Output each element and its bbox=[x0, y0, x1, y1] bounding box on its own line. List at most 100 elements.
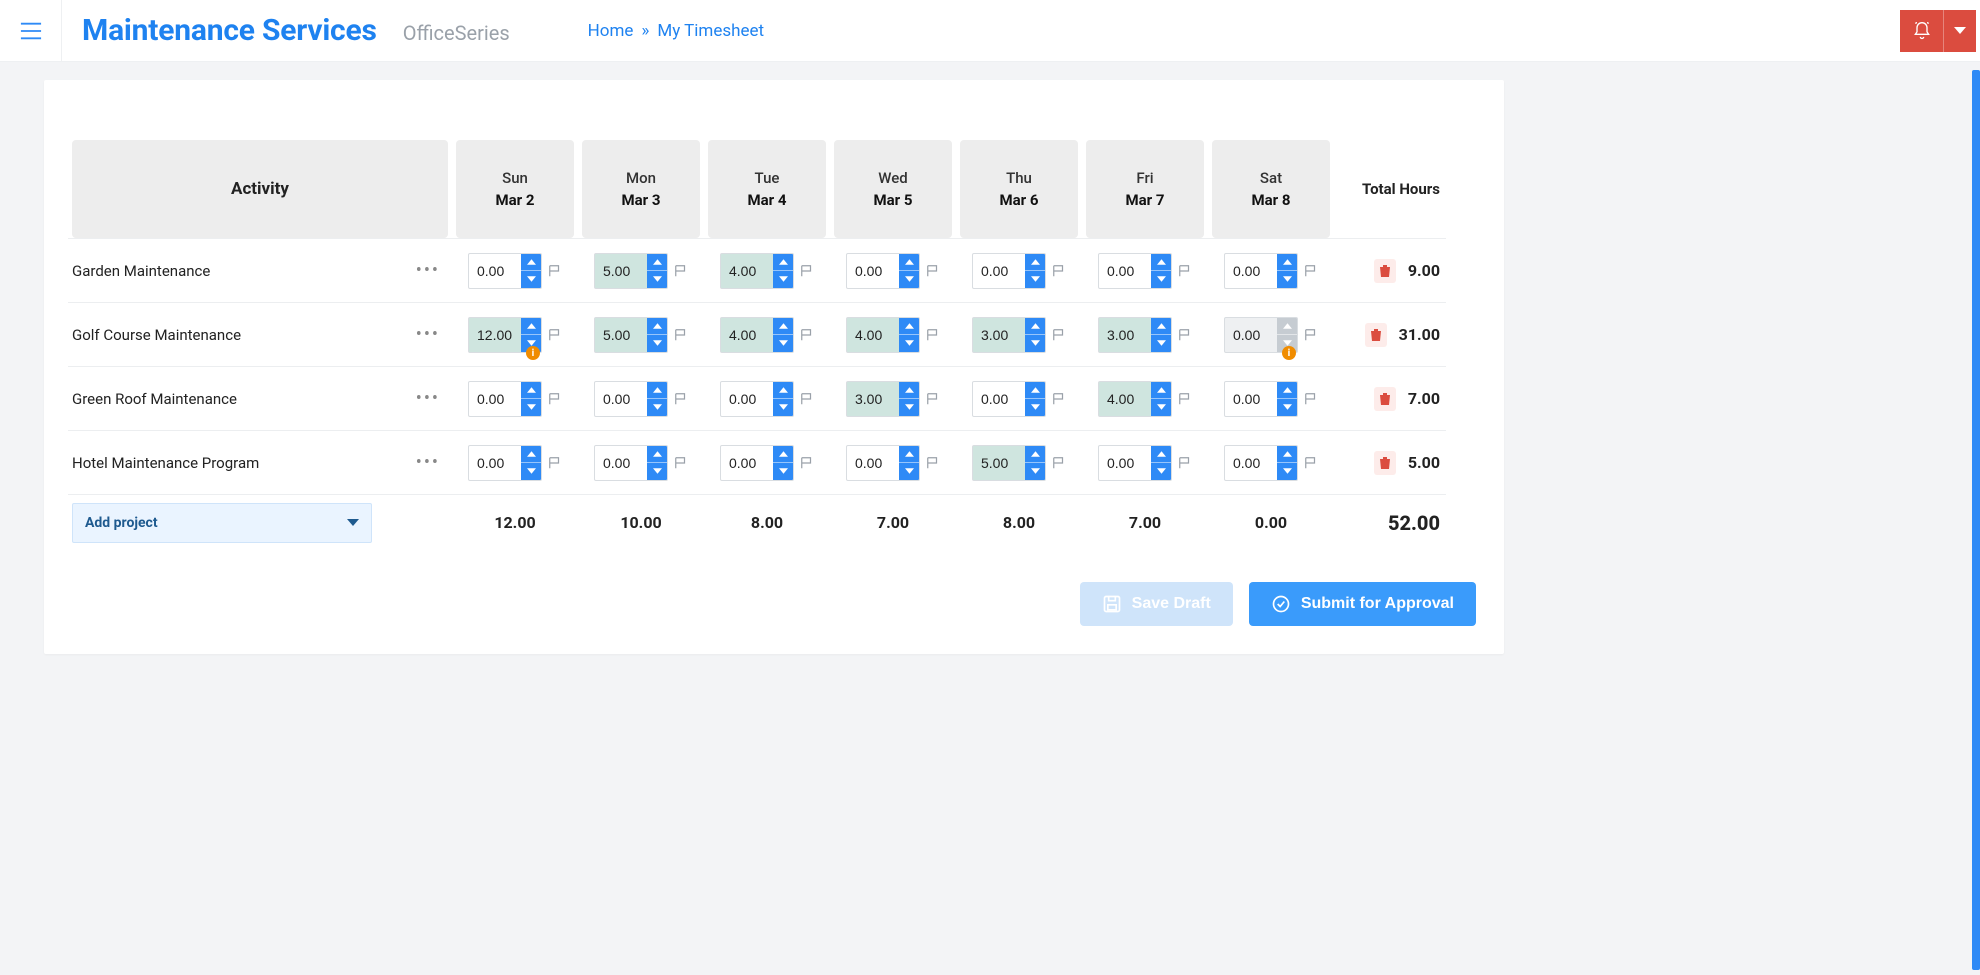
note-icon[interactable] bbox=[1052, 392, 1066, 406]
hour-field[interactable] bbox=[846, 253, 920, 289]
delete-row-button[interactable] bbox=[1374, 387, 1396, 411]
step-up[interactable] bbox=[521, 382, 541, 399]
note-icon[interactable] bbox=[1178, 328, 1192, 342]
step-up[interactable] bbox=[773, 382, 793, 399]
note-icon[interactable] bbox=[1304, 456, 1318, 470]
notifications-button[interactable] bbox=[1900, 10, 1944, 52]
step-down[interactable] bbox=[647, 398, 667, 416]
row-menu-button[interactable]: ••• bbox=[408, 256, 448, 285]
hour-input[interactable] bbox=[721, 446, 773, 480]
hour-field[interactable] bbox=[1224, 445, 1298, 481]
hour-input[interactable] bbox=[973, 382, 1025, 416]
step-up[interactable] bbox=[1151, 382, 1171, 399]
note-icon[interactable] bbox=[548, 392, 562, 406]
hour-input[interactable] bbox=[1099, 254, 1151, 288]
step-down[interactable] bbox=[773, 270, 793, 288]
note-icon[interactable] bbox=[1052, 328, 1066, 342]
step-up[interactable] bbox=[899, 446, 919, 463]
save-draft-button[interactable]: Save Draft bbox=[1080, 582, 1233, 626]
hour-field[interactable] bbox=[972, 445, 1046, 481]
hour-field[interactable] bbox=[720, 381, 794, 417]
add-project-dropdown[interactable]: Add project bbox=[72, 503, 372, 543]
hour-input[interactable] bbox=[1099, 446, 1151, 480]
hour-field[interactable] bbox=[972, 253, 1046, 289]
step-down[interactable] bbox=[1025, 270, 1045, 288]
hour-field[interactable] bbox=[594, 253, 668, 289]
step-up[interactable] bbox=[1277, 382, 1297, 399]
note-icon[interactable] bbox=[1178, 456, 1192, 470]
hour-field[interactable] bbox=[846, 445, 920, 481]
hour-input[interactable] bbox=[847, 318, 899, 352]
step-down[interactable] bbox=[1025, 334, 1045, 352]
hour-field[interactable] bbox=[1224, 253, 1298, 289]
step-up[interactable] bbox=[1277, 446, 1297, 463]
step-down[interactable] bbox=[899, 334, 919, 352]
hour-field[interactable] bbox=[594, 445, 668, 481]
hour-field[interactable] bbox=[468, 253, 542, 289]
row-menu-button[interactable]: ••• bbox=[408, 448, 448, 477]
hour-field[interactable] bbox=[1098, 381, 1172, 417]
step-down[interactable] bbox=[521, 462, 541, 480]
breadcrumb-home[interactable]: Home bbox=[588, 21, 634, 41]
step-down[interactable] bbox=[647, 270, 667, 288]
step-up[interactable] bbox=[1025, 446, 1045, 463]
note-icon[interactable] bbox=[800, 392, 814, 406]
note-icon[interactable] bbox=[548, 328, 562, 342]
step-down[interactable] bbox=[647, 334, 667, 352]
submit-button[interactable]: Submit for Approval bbox=[1249, 582, 1476, 626]
hour-input[interactable] bbox=[1225, 254, 1277, 288]
hour-input[interactable] bbox=[1099, 382, 1151, 416]
step-down[interactable] bbox=[899, 270, 919, 288]
note-icon[interactable] bbox=[1304, 264, 1318, 278]
note-icon[interactable] bbox=[800, 264, 814, 278]
step-up[interactable] bbox=[521, 254, 541, 271]
step-down[interactable] bbox=[899, 462, 919, 480]
step-up[interactable] bbox=[1151, 254, 1171, 271]
step-down[interactable] bbox=[1151, 462, 1171, 480]
note-icon[interactable] bbox=[800, 456, 814, 470]
hour-field[interactable] bbox=[1098, 253, 1172, 289]
hour-input[interactable] bbox=[595, 446, 647, 480]
hour-field[interactable] bbox=[594, 381, 668, 417]
hour-field[interactable] bbox=[846, 381, 920, 417]
step-up[interactable] bbox=[647, 446, 667, 463]
note-icon[interactable] bbox=[1052, 456, 1066, 470]
hour-field[interactable] bbox=[1098, 317, 1172, 353]
step-up[interactable] bbox=[1025, 318, 1045, 335]
hour-input[interactable] bbox=[847, 382, 899, 416]
delete-row-button[interactable] bbox=[1374, 259, 1396, 283]
step-up[interactable] bbox=[773, 446, 793, 463]
step-down[interactable] bbox=[1277, 462, 1297, 480]
note-icon[interactable] bbox=[926, 392, 940, 406]
hour-input[interactable] bbox=[595, 382, 647, 416]
note-icon[interactable] bbox=[926, 328, 940, 342]
breadcrumb-current[interactable]: My Timesheet bbox=[657, 21, 764, 41]
hour-input[interactable] bbox=[469, 254, 521, 288]
note-icon[interactable] bbox=[674, 264, 688, 278]
hour-input[interactable] bbox=[973, 318, 1025, 352]
note-icon[interactable] bbox=[800, 328, 814, 342]
step-up[interactable] bbox=[1025, 254, 1045, 271]
note-icon[interactable] bbox=[1052, 264, 1066, 278]
hour-input[interactable] bbox=[1225, 446, 1277, 480]
hour-field[interactable] bbox=[594, 317, 668, 353]
step-down[interactable] bbox=[521, 270, 541, 288]
step-up[interactable] bbox=[647, 382, 667, 399]
step-down[interactable] bbox=[521, 398, 541, 416]
step-down[interactable] bbox=[1151, 270, 1171, 288]
hour-input[interactable] bbox=[595, 254, 647, 288]
hour-input[interactable] bbox=[1225, 382, 1277, 416]
hour-input[interactable] bbox=[1225, 318, 1277, 352]
step-up[interactable] bbox=[773, 254, 793, 271]
hour-field[interactable] bbox=[720, 445, 794, 481]
row-menu-button[interactable]: ••• bbox=[408, 384, 448, 413]
hour-input[interactable] bbox=[973, 254, 1025, 288]
step-down[interactable] bbox=[773, 398, 793, 416]
note-icon[interactable] bbox=[926, 456, 940, 470]
note-icon[interactable] bbox=[674, 456, 688, 470]
hour-input[interactable] bbox=[595, 318, 647, 352]
delete-row-button[interactable] bbox=[1365, 323, 1387, 347]
hour-input[interactable] bbox=[847, 446, 899, 480]
notifications-dropdown[interactable] bbox=[1944, 10, 1976, 52]
hour-field[interactable] bbox=[720, 253, 794, 289]
